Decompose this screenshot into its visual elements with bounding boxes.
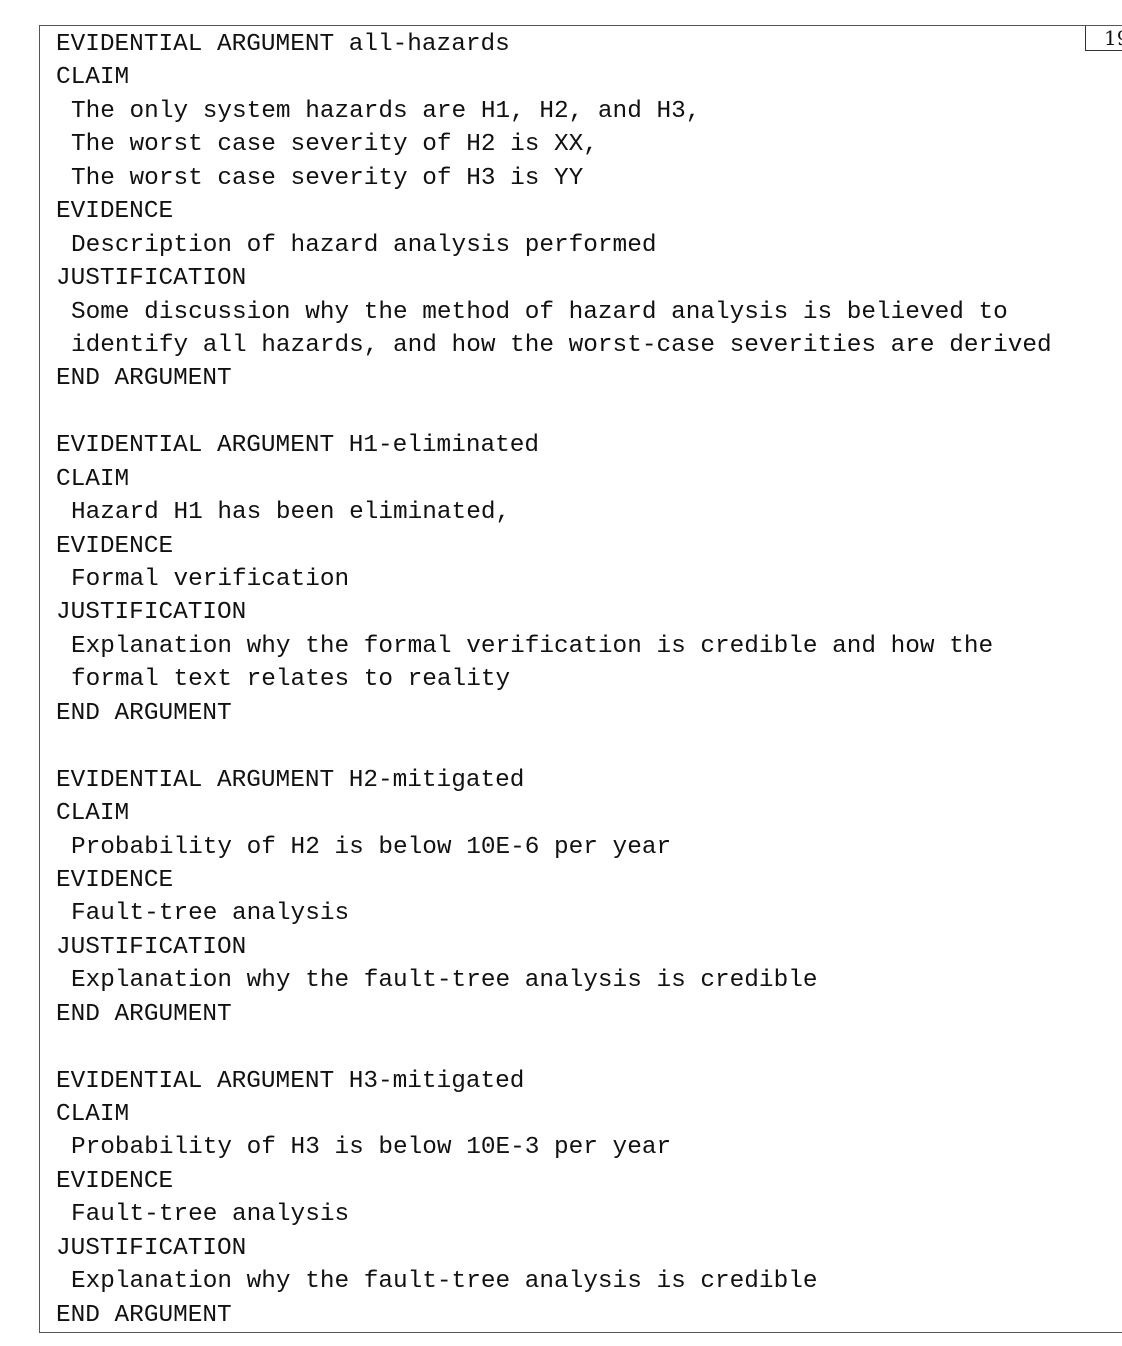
argument-end: END ARGUMENT [56, 1000, 232, 1028]
claim-label: CLAIM [56, 64, 130, 92]
evidence-line: Fault-tree analysis [71, 900, 350, 928]
evidence-label: EVIDENCE [56, 532, 174, 560]
argument-end: END ARGUMENT [56, 699, 232, 727]
argument-end: END ARGUMENT [56, 365, 232, 393]
argument-header: EVIDENTIAL ARGUMENT H2-mitigated [56, 766, 525, 794]
justification-line: Explanation why the fault-tree analysis … [71, 967, 818, 995]
claim-line: Probability of H3 is below 10E-3 per yea… [71, 1134, 672, 1162]
argument-block: EVIDENTIAL ARGUMENT H2-mitigated CLAIM P… [56, 764, 1106, 1032]
evidence-label: EVIDENCE [56, 198, 174, 226]
justification-label: JUSTIFICATION [56, 933, 247, 961]
argument-end: END ARGUMENT [56, 1301, 232, 1329]
justification-line: Explanation why the formal verification … [71, 632, 994, 660]
claim-line: The worst case severity of H3 is YY [71, 164, 584, 192]
claim-label: CLAIM [56, 465, 130, 493]
justification-line: Explanation why the fault-tree analysis … [71, 1268, 818, 1296]
argument-block: EVIDENTIAL ARGUMENT H1-eliminated CLAIM … [56, 429, 1106, 730]
claim-line: Hazard H1 has been eliminated, [71, 499, 511, 527]
justification-label: JUSTIFICATION [56, 1234, 247, 1262]
argument-header: EVIDENTIAL ARGUMENT H1-eliminated [56, 432, 540, 460]
justification-line: formal text relates to reality [71, 666, 511, 694]
justification-line: Some discussion why the method of hazard… [71, 298, 1008, 326]
evidence-label: EVIDENCE [56, 866, 174, 894]
argument-block: EVIDENTIAL ARGUMENT H3-mitigated CLAIM P… [56, 1065, 1106, 1333]
argument-block: EVIDENTIAL ARGUMENT all-hazards CLAIM Th… [56, 28, 1106, 396]
evidence-line: Description of hazard analysis performed [71, 231, 657, 259]
justification-line: identify all hazards, and how the worst-… [71, 331, 1052, 359]
justification-label: JUSTIFICATION [56, 599, 247, 627]
argument-header: EVIDENTIAL ARGUMENT all-hazards [56, 31, 510, 58]
evidence-line: Formal verification [71, 566, 350, 593]
claim-line: The worst case severity of H2 is XX, [71, 131, 598, 159]
evidence-label: EVIDENCE [56, 1167, 174, 1195]
argument-header: EVIDENTIAL ARGUMENT H3-mitigated [56, 1067, 525, 1095]
claim-label: CLAIM [56, 800, 130, 828]
claim-label: CLAIM [56, 1101, 130, 1128]
claim-line: Probability of H2 is below 10E-6 per yea… [71, 833, 672, 861]
argument-listing: EVIDENTIAL ARGUMENT all-hazards CLAIM Th… [56, 28, 1106, 1332]
claim-line: The only system hazards are H1, H2, and … [71, 97, 701, 125]
justification-label: JUSTIFICATION [56, 265, 247, 293]
evidence-line: Fault-tree analysis [71, 1201, 350, 1229]
